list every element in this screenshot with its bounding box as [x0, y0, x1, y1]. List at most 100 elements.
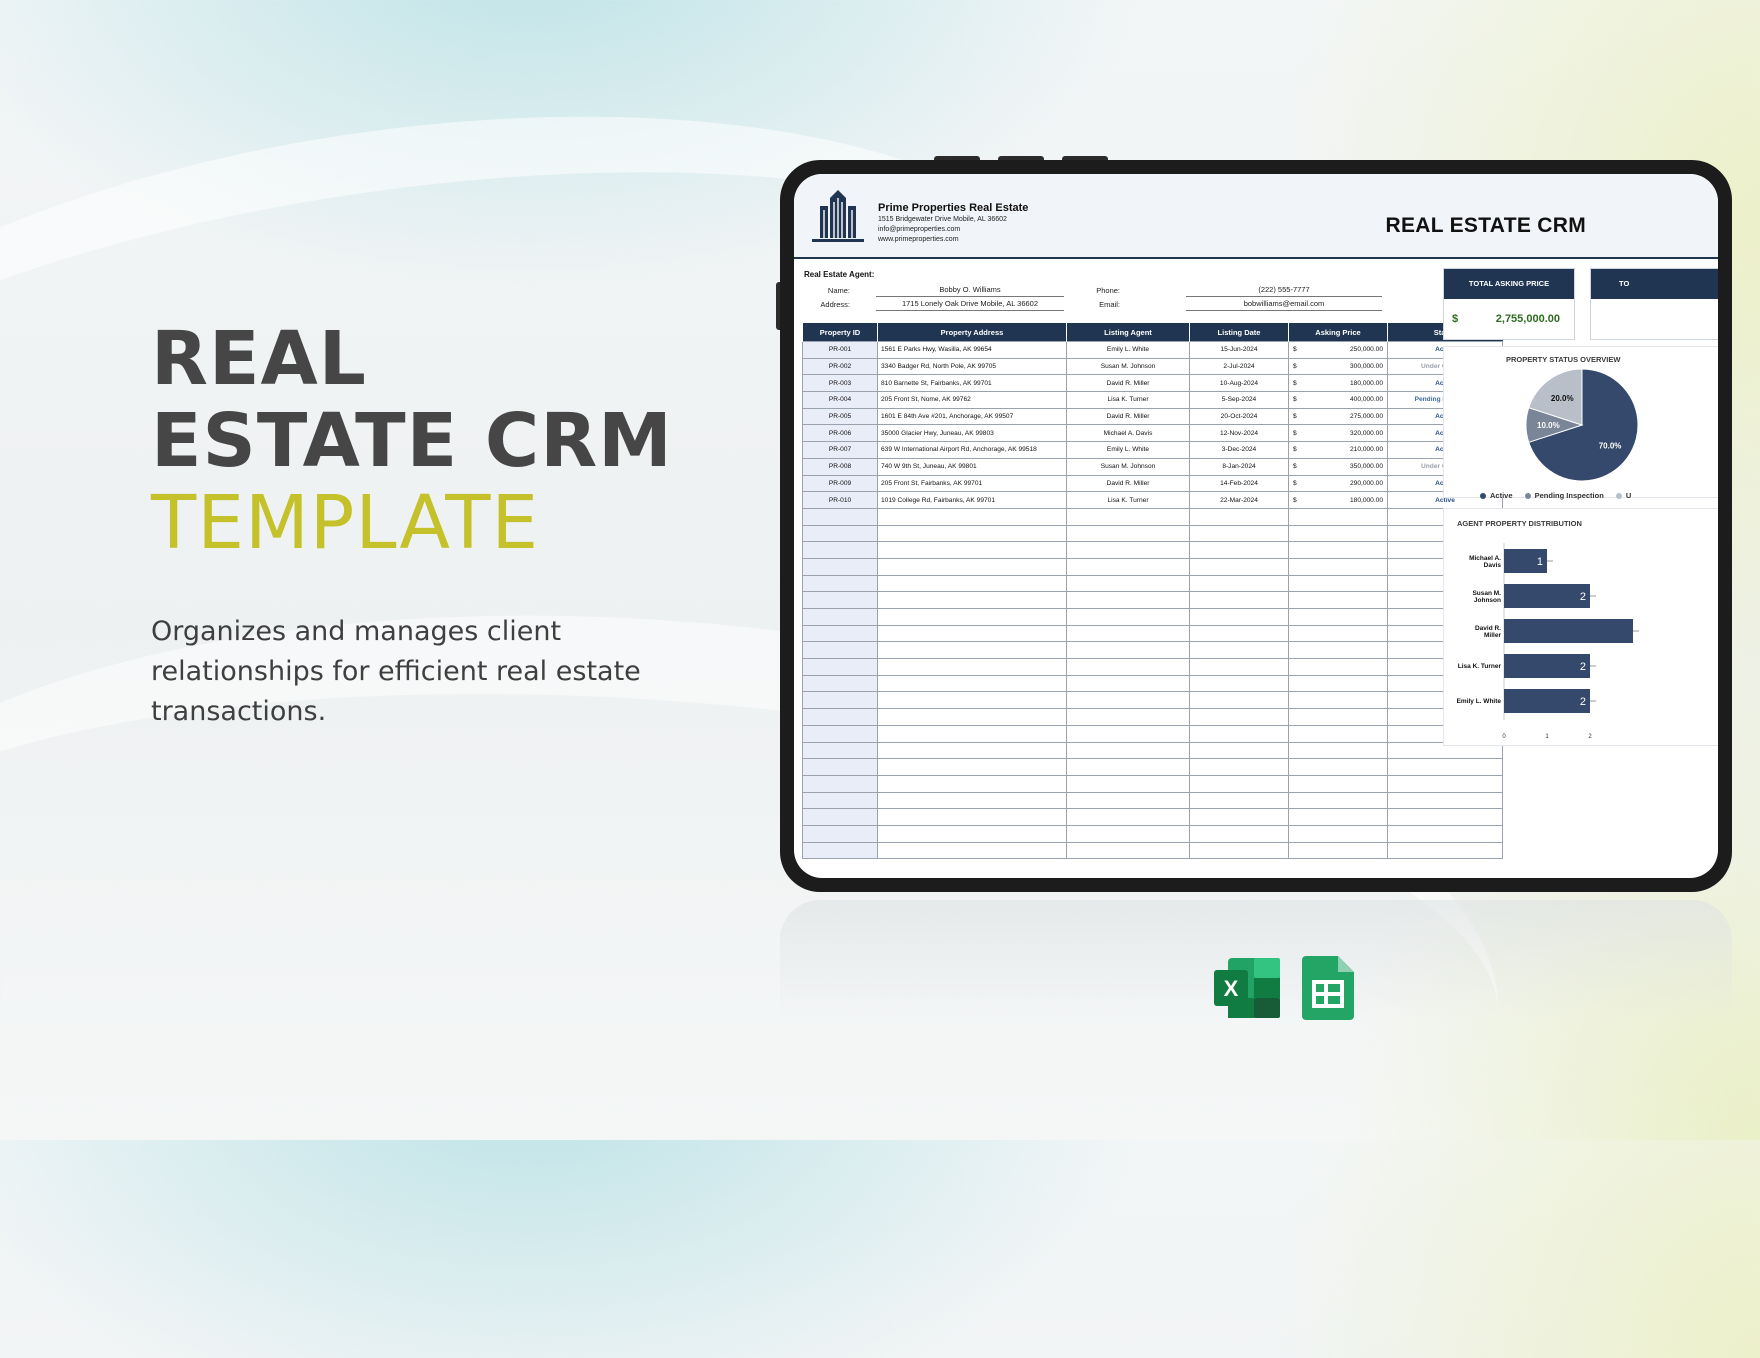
empty-cell[interactable] [1066, 791, 1190, 810]
table-row[interactable] [802, 808, 1503, 826]
table-row[interactable]: PR-006 35000 Glacier Hwy, Juneau, AK 9980… [802, 424, 1503, 443]
empty-cell[interactable] [877, 557, 1067, 576]
empty-cell[interactable] [877, 658, 1067, 676]
cell-property-id[interactable]: PR-006 [802, 424, 878, 443]
agent-name-field[interactable]: Bobby O. Williams [876, 285, 1064, 297]
cell-property-id[interactable] [802, 724, 878, 743]
table-row[interactable] [802, 674, 1503, 693]
empty-cell[interactable] [1066, 624, 1190, 643]
empty-cell[interactable] [1066, 641, 1190, 660]
table-row[interactable] [802, 741, 1503, 760]
empty-cell[interactable] [1288, 674, 1388, 693]
empty-cell[interactable] [1189, 557, 1289, 576]
table-row[interactable] [802, 841, 1503, 860]
empty-cell[interactable] [877, 841, 1067, 860]
cell-property-id[interactable]: PR-009 [802, 474, 878, 493]
table-row[interactable]: PR-007 639 W International Airport Rd, An… [802, 441, 1503, 459]
empty-cell[interactable] [877, 624, 1067, 643]
cell-listing-agent[interactable]: David R. Miller [1066, 374, 1190, 393]
column-header-listing-agent[interactable]: Listing Agent [1066, 323, 1190, 342]
cell-property-id[interactable] [802, 808, 878, 826]
empty-cell[interactable] [877, 641, 1067, 660]
cell-property-id[interactable] [802, 758, 878, 776]
empty-cell[interactable] [1288, 741, 1388, 760]
cell-asking-price[interactable]: $180,000.00 [1288, 374, 1388, 393]
empty-cell[interactable] [1066, 691, 1190, 710]
empty-cell[interactable] [1288, 608, 1388, 626]
table-row[interactable] [802, 708, 1503, 726]
empty-cell[interactable] [1189, 741, 1289, 760]
table-row[interactable]: PR-003 810 Barnette St, Fairbanks, AK 997… [802, 374, 1503, 393]
cell-listing-date[interactable]: 22-Mar-2024 [1189, 491, 1289, 509]
empty-cell[interactable] [1189, 691, 1289, 710]
empty-cell[interactable] [1387, 758, 1503, 776]
cell-property-address[interactable]: 1019 College Rd, Fairbanks, AK 99701 [877, 491, 1067, 509]
table-row[interactable] [802, 791, 1503, 810]
empty-cell[interactable] [1066, 557, 1190, 576]
empty-cell[interactable] [877, 724, 1067, 743]
empty-cell[interactable] [1189, 724, 1289, 743]
cell-listing-date[interactable]: 10-Aug-2024 [1189, 374, 1289, 393]
empty-cell[interactable] [877, 507, 1067, 526]
cell-property-id[interactable]: PR-003 [802, 374, 878, 393]
table-row[interactable]: PR-009 205 Front St, Fairbanks, AK 99701 D… [802, 474, 1503, 493]
empty-cell[interactable] [1288, 507, 1388, 526]
cell-asking-price[interactable]: $300,000.00 [1288, 357, 1388, 376]
cell-property-id[interactable] [802, 574, 878, 593]
cell-property-address[interactable]: 1601 E 84th Ave #201, Anchorage, AK 9950… [877, 407, 1067, 426]
table-row[interactable]: PR-001 1561 E Parks Hwy, Wasilla, AK 9965… [802, 341, 1503, 359]
cell-property-id[interactable] [802, 674, 878, 693]
empty-cell[interactable] [1189, 658, 1289, 676]
empty-cell[interactable] [877, 791, 1067, 810]
cell-listing-date[interactable]: 3-Dec-2024 [1189, 441, 1289, 459]
empty-cell[interactable] [1189, 808, 1289, 826]
column-header-property-address[interactable]: Property Address [877, 323, 1067, 342]
cell-asking-price[interactable]: $250,000.00 [1288, 341, 1388, 359]
empty-cell[interactable] [1066, 591, 1190, 609]
cell-listing-date[interactable]: 8-Jan-2024 [1189, 457, 1289, 476]
cell-property-id[interactable] [802, 524, 878, 543]
empty-cell[interactable] [1288, 557, 1388, 576]
table-row[interactable]: PR-010 1019 College Rd, Fairbanks, AK 997… [802, 491, 1503, 509]
table-row[interactable] [802, 724, 1503, 743]
empty-cell[interactable] [1066, 658, 1190, 676]
empty-cell[interactable] [1288, 808, 1388, 826]
empty-cell[interactable] [877, 808, 1067, 826]
column-header-asking-price[interactable]: Asking Price [1288, 323, 1388, 342]
table-row[interactable] [802, 507, 1503, 526]
empty-cell[interactable] [1189, 641, 1289, 660]
cell-property-address[interactable]: 1561 E Parks Hwy, Wasilla, AK 99654 [877, 341, 1067, 359]
cell-property-address[interactable]: 3340 Badger Rd, North Pole, AK 99705 [877, 357, 1067, 376]
empty-cell[interactable] [1066, 608, 1190, 626]
empty-cell[interactable] [1288, 691, 1388, 710]
empty-cell[interactable] [1066, 507, 1190, 526]
empty-cell[interactable] [1288, 641, 1388, 660]
empty-cell[interactable] [1387, 824, 1503, 843]
table-row[interactable] [802, 691, 1503, 710]
cell-property-id[interactable] [802, 624, 878, 643]
cell-listing-agent[interactable]: Susan M. Johnson [1066, 457, 1190, 476]
empty-cell[interactable] [1066, 674, 1190, 693]
table-row[interactable] [802, 658, 1503, 676]
table-row[interactable] [802, 774, 1503, 793]
empty-cell[interactable] [1387, 808, 1503, 826]
empty-cell[interactable] [877, 608, 1067, 626]
empty-cell[interactable] [1066, 741, 1190, 760]
cell-property-id[interactable] [802, 774, 878, 793]
column-header-listing-date[interactable]: Listing Date [1189, 323, 1289, 342]
empty-cell[interactable] [1288, 591, 1388, 609]
empty-cell[interactable] [877, 824, 1067, 843]
empty-cell[interactable] [1189, 624, 1289, 643]
cell-listing-date[interactable]: 2-Jul-2024 [1189, 357, 1289, 376]
cell-listing-agent[interactable]: Emily L. White [1066, 341, 1190, 359]
cell-asking-price[interactable]: $350,000.00 [1288, 457, 1388, 476]
cell-property-id[interactable] [802, 691, 878, 710]
empty-cell[interactable] [1189, 758, 1289, 776]
agent-address-field[interactable]: 1715 Lonely Oak Drive Mobile, AL 36602 [876, 299, 1064, 311]
cell-listing-date[interactable]: 14-Feb-2024 [1189, 474, 1289, 493]
empty-cell[interactable] [1066, 758, 1190, 776]
cell-property-id[interactable]: PR-002 [802, 357, 878, 376]
empty-cell[interactable] [1288, 824, 1388, 843]
cell-property-address[interactable]: 639 W International Airport Rd, Anchorag… [877, 441, 1067, 459]
empty-cell[interactable] [1066, 724, 1190, 743]
